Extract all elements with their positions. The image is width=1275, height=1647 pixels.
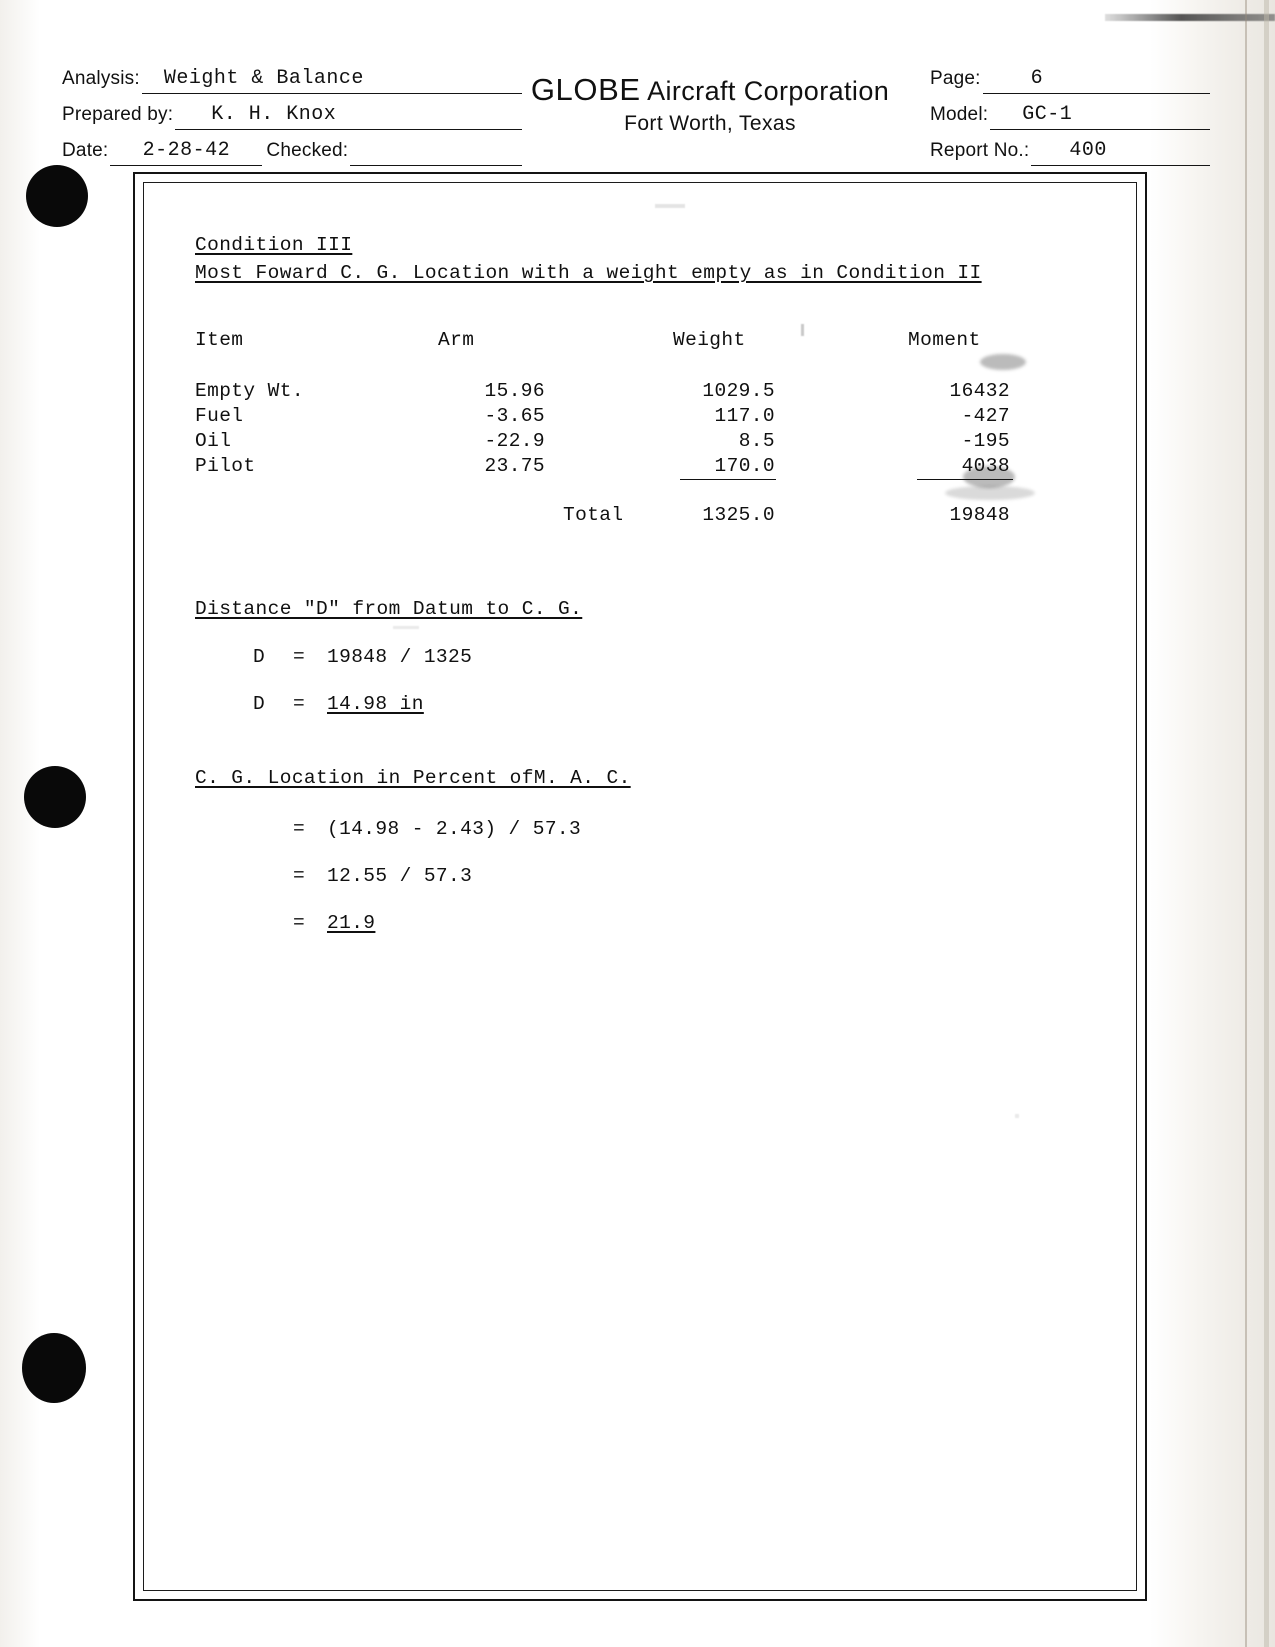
table-header-weight: Weight (673, 329, 746, 351)
table-total-weight: 1325.0 (702, 504, 775, 526)
scan-speck (393, 626, 419, 629)
scan-smudge (945, 486, 1035, 500)
mac-line1-expr: (14.98 - 2.43) / 57.3 (327, 818, 582, 840)
scan-speck (1015, 1114, 1019, 1118)
scan-edge-right (1245, 0, 1247, 1647)
scan-edge-right-strip (1264, 0, 1269, 1647)
report-no-rule: 400 (1031, 139, 1210, 166)
company-name: GLOBE Aircraft Corporation (510, 72, 910, 108)
punch-hole-bottom (22, 1333, 86, 1403)
analysis-rule: Weight & Balance (141, 67, 522, 94)
table-row-moment: 16432 (949, 380, 1010, 402)
table-row-item: Fuel (195, 405, 244, 427)
date-label: Date: (62, 140, 109, 161)
mac-line2-eq: = (293, 865, 306, 887)
distance-line2-result: 14.98 in (327, 693, 424, 715)
table-total-moment: 19848 (949, 504, 1010, 526)
table-row-weight: 8.5 (738, 430, 775, 452)
analysis-label: Analysis: (62, 68, 140, 89)
date-checked-field: Date: 2-28-42 Checked: (62, 130, 522, 166)
report-no-label: Report No.: (930, 140, 1030, 161)
table-row-moment: -195 (961, 430, 1010, 452)
table-header-arm: Arm (438, 329, 475, 351)
table-row-weight: 1029.5 (702, 380, 775, 402)
table-row-moment: -427 (961, 405, 1010, 427)
company-name-globe: GLOBE (530, 72, 641, 107)
condition-title: Condition III (195, 234, 353, 256)
page-field: Page: 6 (930, 58, 1210, 94)
table-row-arm: 15.96 (484, 380, 545, 402)
mac-line1-eq: = (293, 818, 306, 840)
scan-smudge (980, 354, 1026, 370)
table-row-weight: 117.0 (714, 405, 775, 427)
document-page: Analysis: Weight & Balance Prepared by: … (0, 0, 1275, 1647)
distance-line2-var: D (253, 693, 266, 715)
page-header: Analysis: Weight & Balance Prepared by: … (0, 0, 1275, 170)
model-value: GC-1 (1022, 103, 1073, 126)
prepared-by-label: Prepared by: (62, 104, 174, 125)
model-rule: GC-1 (990, 103, 1210, 130)
table-header-item: Item (195, 329, 244, 351)
table-row-item: Empty Wt. (195, 380, 304, 402)
analysis-value: Weight & Balance (163, 67, 364, 90)
table-row-arm: -3.65 (484, 405, 545, 427)
scan-speck (801, 324, 804, 336)
content-border-frame: Condition III Most Foward C. G. Location… (133, 172, 1147, 1601)
moment-sum-rule (917, 479, 1013, 480)
distance-line1-eq: = (293, 646, 306, 668)
mac-line3-result: 21.9 (327, 912, 376, 934)
table-row-item: Oil (195, 430, 232, 452)
prepared-by-field: Prepared by: K. H. Knox (62, 94, 522, 130)
table-row-moment: 4038 (961, 455, 1010, 477)
distance-line1-expr: 19848 / 1325 (327, 646, 473, 668)
prepared-by-value: K. H. Knox (211, 103, 337, 126)
report-no-field: Report No.: 400 (930, 130, 1210, 166)
distance-line2-eq: = (293, 693, 306, 715)
analysis-field: Analysis: Weight & Balance (62, 58, 522, 94)
mac-heading: C. G. Location in Percent ofM. A. C. (195, 767, 631, 789)
punch-hole-middle (24, 766, 86, 828)
table-row-weight: 170.0 (714, 455, 775, 477)
weight-sum-rule (680, 479, 776, 480)
company-city: Fort Worth, Texas (624, 112, 796, 135)
header-right-fields: Page: 6 Model: GC-1 Report No.: 400 (930, 58, 1210, 166)
company-masthead: GLOBE Aircraft Corporation Fort Worth, T… (510, 72, 910, 136)
date-rule: 2-28-42 (110, 139, 263, 166)
page-value: 6 (1030, 67, 1044, 90)
date-value: 2-28-42 (142, 139, 231, 162)
checked-label: Checked: (266, 140, 349, 161)
table-row-arm: 23.75 (484, 455, 545, 477)
punch-hole-top (26, 165, 88, 227)
report-no-value: 400 (1069, 139, 1107, 162)
scan-speck (655, 204, 685, 208)
prepared-by-rule: K. H. Knox (175, 103, 522, 130)
page-rule: 6 (982, 67, 1210, 94)
distance-line1-var: D (253, 646, 266, 668)
page-label: Page: (930, 68, 981, 89)
mac-line3-eq: = (293, 912, 306, 934)
mac-line2-expr: 12.55 / 57.3 (327, 865, 473, 887)
company-name-rest: Aircraft Corporation (647, 76, 890, 106)
header-left-fields: Analysis: Weight & Balance Prepared by: … (62, 58, 522, 166)
typed-content: Condition III Most Foward C. G. Location… (135, 174, 1145, 1599)
distance-heading: Distance "D" from Datum to C. G. (195, 598, 583, 620)
table-header-moment: Moment (908, 329, 981, 351)
model-label: Model: (930, 104, 989, 125)
model-field: Model: GC-1 (930, 94, 1210, 130)
table-row-arm: -22.9 (484, 430, 545, 452)
condition-subtitle: Most Foward C. G. Location with a weight… (195, 262, 982, 284)
table-row-item: Pilot (195, 455, 256, 477)
checked-rule (350, 139, 522, 166)
